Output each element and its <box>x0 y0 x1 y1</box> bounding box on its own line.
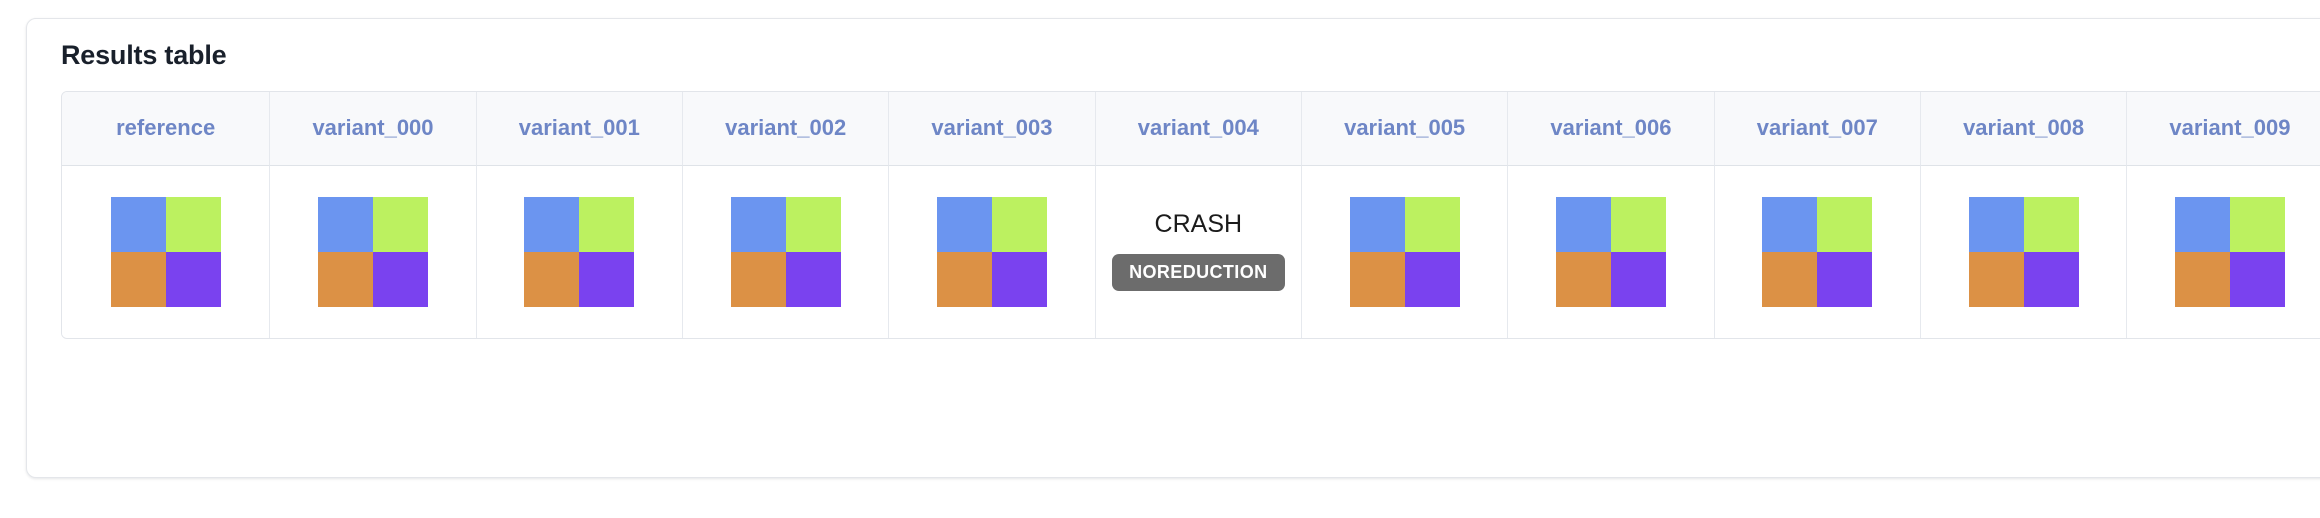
swatch-quadrant-top-right <box>785 196 841 252</box>
swatch-quadrant-bottom-left <box>730 251 786 307</box>
column-header-variant-002[interactable]: variant_002 <box>682 91 890 166</box>
color-swatch <box>730 196 841 307</box>
swatch-quadrant-bottom-right <box>372 251 428 307</box>
cell-variant-000[interactable] <box>270 165 477 338</box>
page-title: Results table <box>61 40 227 70</box>
cell-variant-005[interactable] <box>1301 165 1509 338</box>
column-header-variant-008[interactable]: variant_008 <box>1920 91 2128 166</box>
swatch-quadrant-bottom-right <box>1610 251 1666 307</box>
swatch-quadrant-top-left <box>936 196 992 252</box>
swatch-quadrant-top-left <box>1968 196 2024 252</box>
swatch-quadrant-top-left <box>1349 196 1405 252</box>
column-header-variant-005[interactable]: variant_005 <box>1301 91 1509 166</box>
swatch-quadrant-bottom-left <box>1349 251 1405 307</box>
swatch-quadrant-bottom-left <box>110 251 166 307</box>
cell-reference[interactable] <box>62 165 271 338</box>
color-swatch <box>110 196 221 307</box>
swatch-quadrant-top-right <box>2229 196 2285 252</box>
cell-variant-006[interactable] <box>1508 165 1715 338</box>
swatch-quadrant-bottom-left <box>2174 251 2230 307</box>
cell-variant-009[interactable] <box>2127 165 2320 338</box>
color-swatch <box>1349 196 1460 307</box>
cell-variant-001[interactable] <box>476 165 683 338</box>
swatch-quadrant-bottom-left <box>1555 251 1611 307</box>
page-root: Results table reference variant_000 vari… <box>0 0 2320 518</box>
swatch-quadrant-top-right <box>1610 196 1666 252</box>
swatch-quadrant-bottom-right <box>1817 251 1873 307</box>
color-swatch <box>936 196 1047 307</box>
swatch-quadrant-bottom-right <box>991 251 1047 307</box>
swatch-quadrant-bottom-left <box>1968 251 2024 307</box>
column-header-variant-000[interactable]: variant_000 <box>270 91 477 166</box>
swatch-quadrant-bottom-right <box>2229 251 2285 307</box>
cell-variant-007[interactable] <box>1714 165 1921 338</box>
results-table-body: CRASH NOREDUCTION <box>62 165 2320 338</box>
swatch-quadrant-top-left <box>1555 196 1611 252</box>
swatch-quadrant-top-right <box>165 196 221 252</box>
cell-variant-003[interactable] <box>889 165 1096 338</box>
column-header-variant-004[interactable]: variant_004 <box>1095 91 1302 166</box>
column-header-variant-003[interactable]: variant_003 <box>889 91 1096 166</box>
swatch-quadrant-top-right <box>991 196 1047 252</box>
column-header-reference[interactable]: reference <box>62 91 271 166</box>
column-header-variant-009[interactable]: variant_009 <box>2127 91 2320 166</box>
swatch-quadrant-top-right <box>1404 196 1460 252</box>
swatch-quadrant-bottom-right <box>165 251 221 307</box>
color-swatch <box>1968 196 2079 307</box>
swatch-quadrant-top-right <box>1817 196 1873 252</box>
swatch-quadrant-bottom-right <box>579 251 635 307</box>
swatch-quadrant-bottom-left <box>1762 251 1818 307</box>
swatch-quadrant-bottom-left <box>317 251 373 307</box>
crash-content: CRASH NOREDUCTION <box>1096 166 1301 338</box>
cell-variant-004-crash[interactable]: CRASH NOREDUCTION <box>1095 165 1302 338</box>
table-row: CRASH NOREDUCTION <box>62 165 2320 338</box>
color-swatch <box>2174 196 2285 307</box>
swatch-quadrant-top-left <box>1762 196 1818 252</box>
table-header-row: reference variant_000 variant_001 varian… <box>62 91 2320 166</box>
color-swatch <box>1555 196 1666 307</box>
column-header-variant-007[interactable]: variant_007 <box>1714 91 1921 166</box>
color-swatch <box>317 196 428 307</box>
results-card: Results table reference variant_000 vari… <box>26 18 2320 478</box>
swatch-quadrant-bottom-left <box>936 251 992 307</box>
swatch-quadrant-bottom-right <box>2023 251 2079 307</box>
swatch-quadrant-bottom-left <box>524 251 580 307</box>
results-table: reference variant_000 variant_001 varian… <box>61 90 2320 339</box>
swatch-quadrant-top-right <box>372 196 428 252</box>
column-header-variant-001[interactable]: variant_001 <box>476 91 683 166</box>
column-header-variant-006[interactable]: variant_006 <box>1508 91 1715 166</box>
results-table-head: reference variant_000 variant_001 varian… <box>62 91 2320 166</box>
swatch-quadrant-top-left <box>524 196 580 252</box>
crash-status-text: CRASH <box>1154 210 1243 239</box>
status-badge: NOREDUCTION <box>1112 254 1285 292</box>
swatch-quadrant-bottom-right <box>1404 251 1460 307</box>
color-swatch <box>524 196 635 307</box>
color-swatch <box>1762 196 1873 307</box>
results-table-scroll-region[interactable]: reference variant_000 variant_001 varian… <box>61 90 2320 339</box>
swatch-quadrant-top-left <box>2174 196 2230 252</box>
swatch-quadrant-top-left <box>317 196 373 252</box>
cell-variant-008[interactable] <box>1920 165 2128 338</box>
swatch-quadrant-top-left <box>110 196 166 252</box>
swatch-quadrant-top-left <box>730 196 786 252</box>
cell-variant-002[interactable] <box>682 165 890 338</box>
swatch-quadrant-top-right <box>579 196 635 252</box>
swatch-quadrant-bottom-right <box>785 251 841 307</box>
swatch-quadrant-top-right <box>2023 196 2079 252</box>
